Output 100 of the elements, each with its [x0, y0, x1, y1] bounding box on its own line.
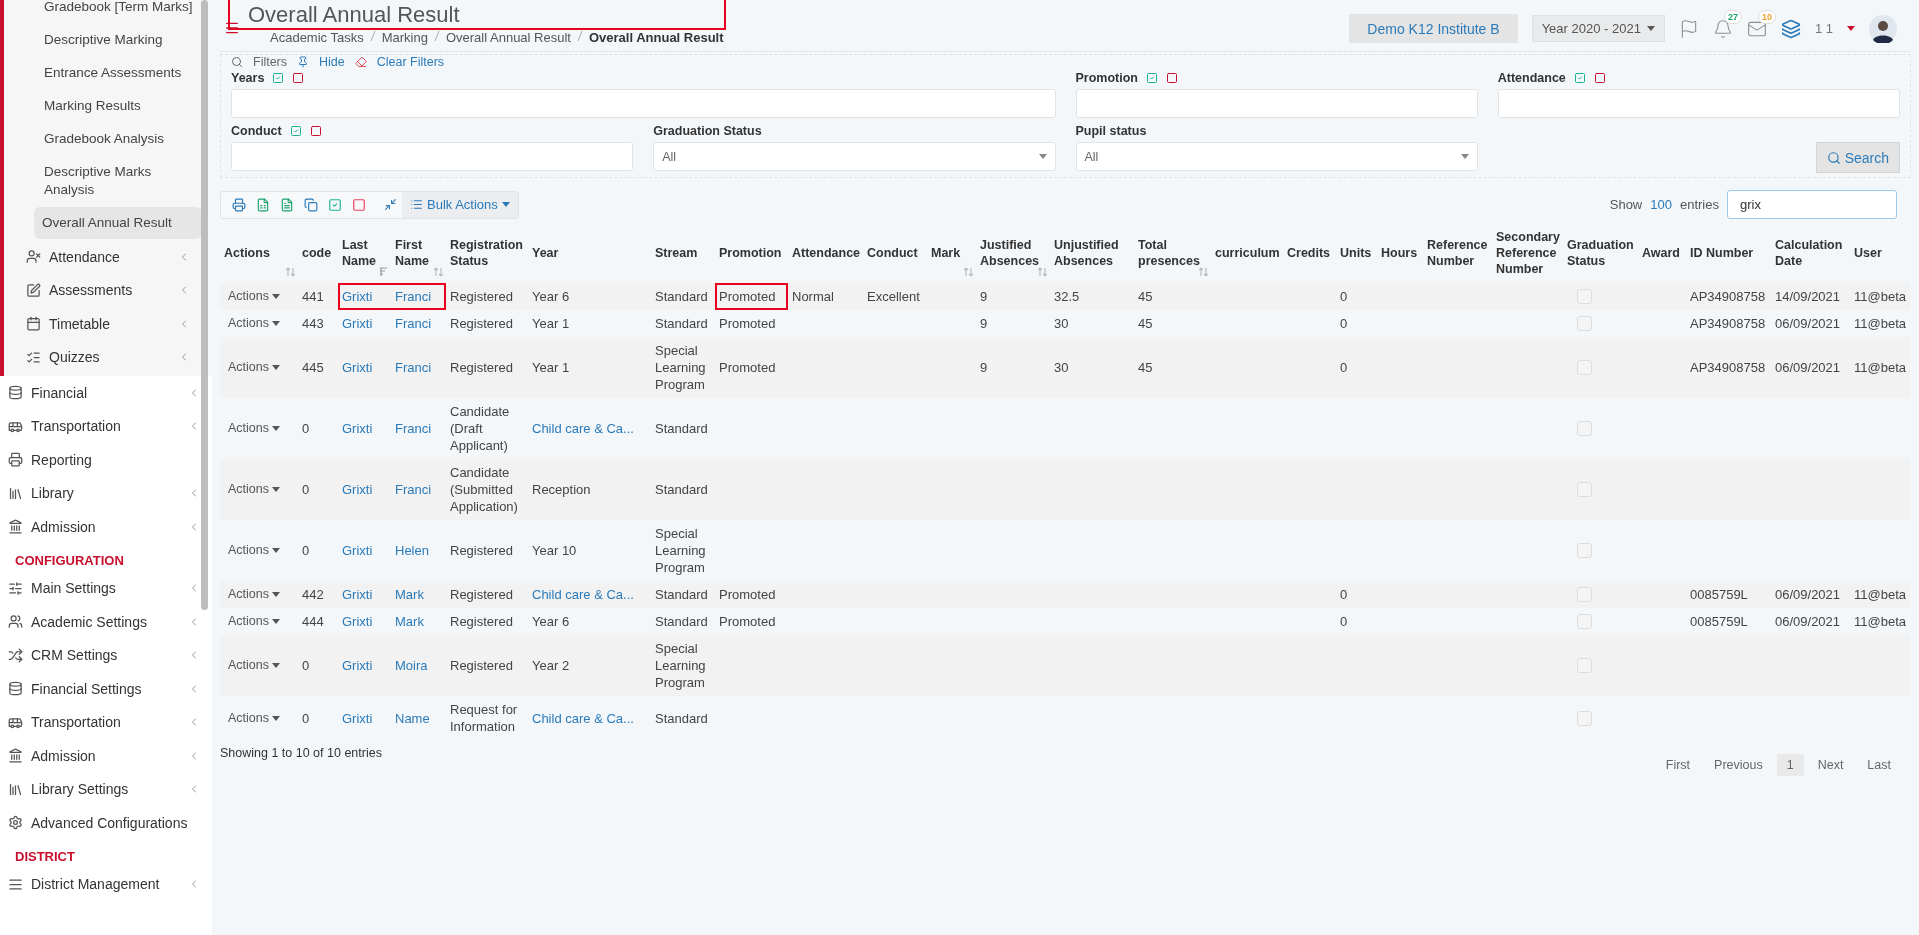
- entries-select[interactable]: 100: [1650, 197, 1672, 212]
- sort-icon[interactable]: [379, 267, 388, 277]
- column-header[interactable]: Justified Absences: [976, 225, 1050, 283]
- sort-icon[interactable]: [964, 267, 973, 277]
- year-select[interactable]: Year 2020 - 2021: [1531, 15, 1665, 42]
- sidebar-item[interactable]: Advanced Configurations: [0, 806, 212, 840]
- submenu-item[interactable]: Overall Annual Result: [34, 207, 202, 239]
- sidebar-item[interactable]: Transportation: [0, 705, 212, 739]
- checkbox[interactable]: [1577, 316, 1592, 331]
- check-all-icon[interactable]: [1573, 72, 1586, 84]
- table-link[interactable]: Mark: [395, 587, 424, 602]
- table-link[interactable]: Franci: [395, 360, 432, 375]
- table-link[interactable]: Franci: [395, 482, 432, 497]
- input-field[interactable]: [231, 142, 634, 171]
- table-link[interactable]: Grixti: [342, 614, 373, 629]
- hide-link[interactable]: Hide: [319, 55, 345, 69]
- actions-button[interactable]: Actions: [224, 657, 284, 674]
- table-link[interactable]: Child care & Ca...: [532, 421, 634, 436]
- table-link[interactable]: Grixti: [342, 421, 373, 436]
- uncheck-icon[interactable]: [292, 72, 305, 84]
- table-link[interactable]: Grixti: [342, 710, 373, 726]
- sidebar-item[interactable]: Assessments: [4, 273, 202, 307]
- table-link[interactable]: Child care & Ca...: [532, 587, 634, 602]
- submenu-item[interactable]: Descriptive Marks Analysis: [4, 156, 202, 206]
- table-link[interactable]: Grixti: [342, 543, 373, 558]
- column-header[interactable]: Actions: [220, 225, 298, 283]
- input-field[interactable]: [1075, 89, 1478, 118]
- menu-icon[interactable]: [224, 20, 240, 36]
- table-search-field[interactable]: grix: [1727, 190, 1897, 219]
- sidebar-item[interactable]: CRM Settings: [0, 638, 212, 672]
- check-all-icon[interactable]: [289, 125, 302, 137]
- table-link[interactable]: Franci: [395, 289, 432, 304]
- uncheck-icon[interactable]: [309, 125, 322, 137]
- institute-button[interactable]: Demo K12 Institute B: [1349, 14, 1518, 43]
- select-field[interactable]: All: [1075, 142, 1478, 171]
- table-link[interactable]: Grixti: [342, 316, 373, 331]
- check-all-icon[interactable]: [1146, 72, 1158, 84]
- table-link[interactable]: Child care & Ca...: [532, 710, 634, 726]
- sidebar-item[interactable]: Reporting: [0, 443, 212, 477]
- sort-icon[interactable]: [286, 267, 295, 277]
- table-link[interactable]: Grixti: [342, 482, 373, 497]
- table-link[interactable]: Mark: [395, 614, 424, 629]
- sort-icon[interactable]: [434, 267, 443, 277]
- actions-button[interactable]: Actions: [224, 709, 284, 727]
- table-link[interactable]: Grixti: [342, 289, 373, 304]
- actions-button[interactable]: Actions: [224, 586, 284, 603]
- breadcrumb-item[interactable]: Marking: [381, 30, 428, 45]
- pagination-button[interactable]: 1: [1776, 754, 1804, 776]
- clear-filters-link[interactable]: Clear Filters: [376, 55, 445, 69]
- checkbox[interactable]: [1577, 710, 1592, 726]
- breadcrumb-item[interactable]: Overall Annual Result: [445, 30, 571, 45]
- scrollbar[interactable]: [201, 0, 208, 610]
- user-name[interactable]: 1 1: [1814, 21, 1833, 36]
- actions-button[interactable]: Actions: [224, 359, 284, 376]
- breadcrumb-item[interactable]: Academic Tasks: [270, 30, 364, 45]
- sidebar-item[interactable]: Attendance: [4, 240, 202, 274]
- column-header[interactable]: First Name: [391, 225, 446, 283]
- select-field[interactable]: All: [653, 142, 1056, 171]
- sidebar-item[interactable]: Library Settings: [0, 772, 212, 806]
- submenu-item[interactable]: Gradebook [Term Marks]: [4, 0, 202, 23]
- checkbox[interactable]: [1577, 421, 1592, 436]
- sidebar-item[interactable]: Admission: [0, 510, 212, 544]
- actions-button[interactable]: Actions: [224, 288, 284, 305]
- search-button[interactable]: Search: [1815, 142, 1900, 173]
- sidebar-item[interactable]: Financial: [0, 376, 212, 410]
- actions-button[interactable]: Actions: [224, 613, 284, 630]
- uncheck-icon[interactable]: [1166, 72, 1178, 84]
- bulk-actions-button[interactable]: Bulk Actions: [402, 191, 518, 218]
- uncheck-icon[interactable]: [1593, 72, 1606, 84]
- actions-button[interactable]: Actions: [224, 420, 284, 437]
- submenu-item[interactable]: Gradebook Analysis: [4, 123, 202, 155]
- table-link[interactable]: Name: [395, 710, 430, 726]
- submenu-item[interactable]: Marking Results: [4, 90, 202, 122]
- actions-button[interactable]: Actions: [224, 542, 284, 559]
- avatar[interactable]: [1869, 14, 1897, 43]
- column-header[interactable]: Total presences: [1134, 225, 1211, 283]
- sidebar-item[interactable]: Financial Settings: [0, 672, 212, 706]
- table-link[interactable]: Grixti: [342, 360, 373, 375]
- actions-button[interactable]: Actions: [224, 315, 284, 332]
- table-link[interactable]: Franci: [395, 316, 432, 331]
- sidebar-item[interactable]: Transportation: [0, 409, 212, 443]
- pagination-button[interactable]: Previous: [1704, 754, 1773, 776]
- table-link[interactable]: Grixti: [342, 658, 373, 673]
- layers-icon[interactable]: [1780, 18, 1801, 39]
- submenu-item[interactable]: Descriptive Marking: [4, 24, 202, 56]
- pagination-button[interactable]: Last: [1857, 754, 1901, 776]
- sort-icon[interactable]: [1199, 267, 1208, 277]
- checkbox[interactable]: [1577, 614, 1592, 629]
- check-all-icon[interactable]: [272, 72, 285, 84]
- table-link[interactable]: Franci: [395, 421, 432, 436]
- table-link[interactable]: Moira: [395, 658, 428, 673]
- checkbox[interactable]: [1577, 543, 1592, 558]
- input-field[interactable]: [1497, 89, 1900, 118]
- table-link[interactable]: Helen: [395, 543, 429, 558]
- sidebar-item[interactable]: Quizzes: [4, 340, 202, 374]
- sort-icon[interactable]: [1038, 267, 1047, 277]
- column-header[interactable]: Mark: [927, 225, 976, 283]
- submenu-item[interactable]: Entrance Assessments: [4, 57, 202, 89]
- sidebar-item[interactable]: Timetable: [4, 307, 202, 341]
- sidebar-item[interactable]: Library: [0, 476, 212, 510]
